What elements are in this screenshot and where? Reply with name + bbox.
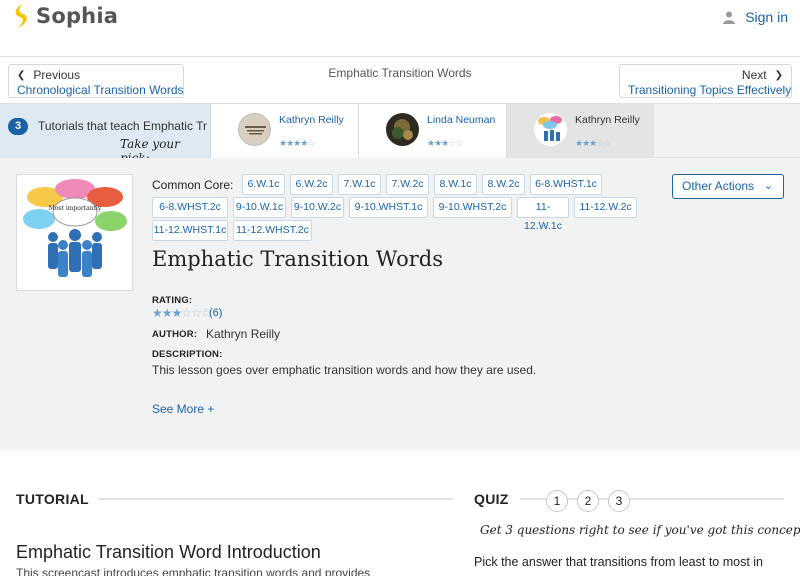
- chevron-down-icon: ⌄: [763, 180, 773, 192]
- standard-badge[interactable]: 7.W.1c: [338, 174, 381, 195]
- lesson-thumbnail: Most importantly: [16, 174, 133, 291]
- standard-badge[interactable]: 9-10.W.1c: [233, 197, 286, 218]
- author-name: Kathryn Reilly: [206, 327, 281, 341]
- standard-badge[interactable]: 11-12.WHST.2c: [233, 220, 312, 241]
- tutorial-divider: [98, 498, 453, 500]
- author-label: AUTHOR:: [152, 329, 198, 340]
- tutorial-author: Kathryn Reilly: [279, 114, 344, 126]
- quiz-heading: QUIZ: [474, 491, 509, 507]
- tutorial-heading: TUTORIAL: [16, 491, 89, 507]
- next-label: Next: [741, 68, 767, 82]
- tutorial-thumbnail: [534, 113, 567, 146]
- tutorial-rating: ★★★☆☆: [427, 138, 463, 148]
- standard-badge[interactable]: 11-12.W.2c: [574, 197, 637, 218]
- standard-badge[interactable]: 8.W.2c: [482, 174, 525, 195]
- chevron-left-icon: ❮: [17, 69, 26, 81]
- quiz-question-2[interactable]: 2: [577, 490, 599, 512]
- sign-in-link[interactable]: Sign in: [723, 9, 788, 25]
- tutorial-picker-label: Tutorials that teach Emphatic Tr: [38, 119, 207, 133]
- lesson-title: Emphatic Transition Words: [152, 247, 443, 271]
- take-your-pick-text: Take your pick:: [120, 137, 180, 159]
- tutorial-rating: ★★★☆☆: [575, 138, 611, 148]
- quiz-question-1[interactable]: 1: [546, 490, 568, 512]
- tutorial-thumbnail: [386, 113, 419, 146]
- tutorial-lesson-title: Emphatic Transition Word Introduction: [16, 542, 321, 562]
- standard-badge[interactable]: 9-10.WHST.1c: [349, 197, 428, 218]
- sign-in-label: Sign in: [745, 9, 788, 25]
- thumbnail-caption: Most importantly: [49, 205, 102, 212]
- standard-badge[interactable]: 6-8.WHST.1c: [530, 174, 602, 195]
- tutorial-picker: 3 Tutorials that teach Emphatic Tr Take …: [0, 103, 800, 159]
- previous-title: Chronological Transition Words: [17, 83, 184, 97]
- tutorial-picker-intro: 3 Tutorials that teach Emphatic Tr Take …: [0, 104, 210, 159]
- tutorial-card[interactable]: Linda Neuman ★★★☆☆: [358, 104, 506, 159]
- standard-badge[interactable]: 9-10.W.2c: [291, 197, 344, 218]
- standard-badge[interactable]: 11-12.W.1c: [517, 197, 569, 232]
- quiz-hint: Get 3 questions right to see if you've g…: [480, 523, 800, 537]
- standard-badge[interactable]: 7.W.2c: [386, 174, 429, 195]
- tutorial-card[interactable]: Kathryn Reilly ★★★★☆: [210, 104, 358, 159]
- standard-badge[interactable]: 9-10.WHST.2c: [433, 197, 512, 218]
- tutorial-thumbnail: [238, 113, 271, 146]
- see-more-link[interactable]: See More +: [152, 402, 214, 416]
- standard-badge[interactable]: 6-8.WHST.2c: [152, 197, 228, 218]
- sophia-logo-icon: [15, 4, 27, 28]
- quiz-prompt: Pick the answer that transitions from le…: [474, 555, 764, 569]
- lesson-nav: ❮ Previous Chronological Transition Words…: [0, 57, 800, 103]
- common-core-standards: 6.W.1c 6.W.2c 7.W.1c 7.W.2c 8.W.1c 8.W.2…: [152, 174, 652, 242]
- quiz-question-3[interactable]: 3: [608, 490, 630, 512]
- tutorial-author: Kathryn Reilly: [575, 114, 640, 126]
- top-header: Sophia Sign in: [0, 0, 800, 57]
- previous-button[interactable]: ❮ Previous Chronological Transition Words: [8, 64, 184, 98]
- description-text: This lesson goes over emphatic transitio…: [152, 363, 537, 377]
- other-actions-dropdown[interactable]: Other Actions ⌄: [672, 174, 784, 199]
- tutorial-rating: ★★★★☆: [279, 138, 315, 148]
- standard-badge[interactable]: 11-12.WHST.1c: [152, 220, 228, 241]
- rating-count[interactable]: (6): [209, 307, 222, 319]
- user-icon: [723, 11, 736, 24]
- next-button[interactable]: Next ❯ Transitioning Topics Effectively: [619, 64, 792, 98]
- chevron-right-icon: ❯: [774, 69, 783, 81]
- lesson-detail: Most importantly Common Core: 6.W.1c 6.W…: [0, 158, 800, 450]
- standard-badge[interactable]: 6.W.2c: [290, 174, 333, 195]
- tutorial-count-badge: 3: [8, 118, 28, 135]
- tutorial-author: Linda Neuman: [427, 114, 496, 126]
- current-lesson-title: Emphatic Transition Words: [328, 66, 472, 80]
- standard-badge[interactable]: 6.W.1c: [242, 174, 285, 195]
- standard-badge[interactable]: 8.W.1c: [434, 174, 477, 195]
- description-label: DESCRIPTION:: [152, 349, 223, 360]
- next-title: Transitioning Topics Effectively: [628, 83, 792, 97]
- sophia-logo[interactable]: Sophia: [10, 3, 118, 29]
- rating-stars[interactable]: ★★★☆☆☆: [152, 306, 212, 320]
- rating-label: RATING:: [152, 295, 193, 306]
- tutorial-card-selected[interactable]: Kathryn Reilly ★★★☆☆: [506, 104, 654, 159]
- tutorial-lesson-intro: This screencast introduces emphatic tran…: [16, 566, 371, 576]
- other-actions-label: Other Actions: [682, 179, 755, 193]
- previous-label: Previous: [33, 68, 81, 82]
- brand-name: Sophia: [36, 4, 119, 28]
